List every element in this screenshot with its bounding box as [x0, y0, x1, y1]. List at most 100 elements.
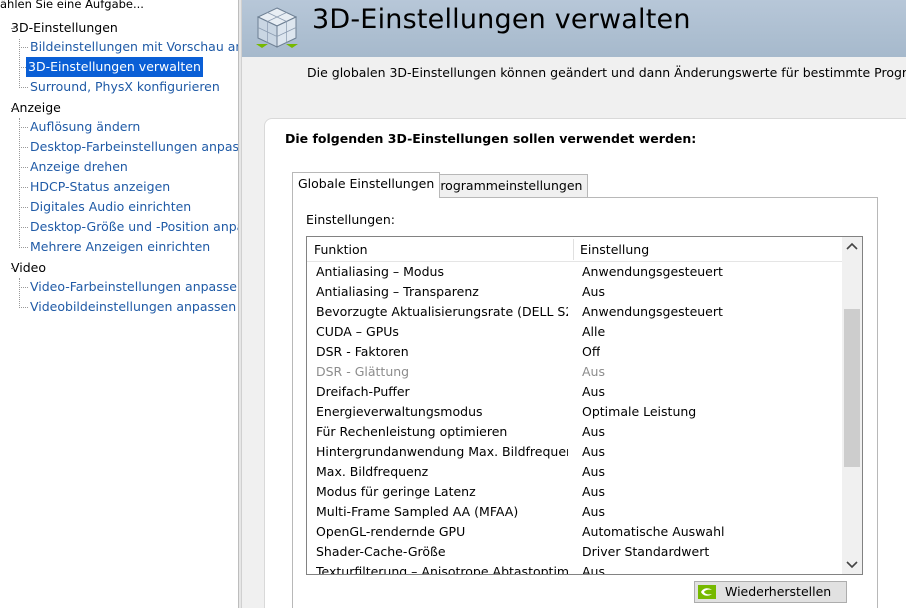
table-row[interactable]: Texturfilterung – Anisotrope Abtastoptim… [307, 562, 842, 575]
feature-value: Aus [582, 424, 605, 439]
table-row[interactable]: Multi-Frame Sampled AA (MFAA) Aus [307, 502, 842, 522]
restore-button-label: Wiederherstellen [725, 584, 832, 599]
task-tree-panel: ählen Sie eine Aufgabe... 3D-Einstellung… [0, 0, 238, 608]
feature-name: Modus für geringe Latenz [316, 484, 476, 499]
scroll-up-button[interactable] [842, 237, 862, 257]
page-description: Die globalen 3D-Einstellungen können geä… [307, 65, 906, 80]
tab-global-settings[interactable]: Globale Einstellungen [292, 172, 441, 198]
tree-item-rotate-display[interactable]: Anzeige drehen [28, 157, 130, 177]
vertical-scrollbar[interactable] [842, 237, 862, 574]
column-separator[interactable] [573, 239, 574, 260]
settings-label: Einstellungen: [306, 212, 395, 227]
tree-item-desktop-size-position[interactable]: Desktop-Größe und -Position anpass [28, 217, 238, 237]
feature-name: Shader-Cache-Größe [316, 544, 446, 559]
section-heading: Die folgenden 3D-Einstellungen sollen ve… [285, 131, 697, 146]
table-row[interactable]: Bevorzugte Aktualisierungsrate (DELL S27… [307, 302, 842, 322]
feature-value: Aus [582, 484, 605, 499]
feature-value: Anwendungsgesteuert [582, 304, 723, 319]
scroll-down-button[interactable] [842, 554, 862, 574]
feature-value: Driver Standardwert [582, 544, 710, 559]
table-row[interactable]: CUDA – GPUs Alle [307, 322, 842, 342]
tree-line [19, 47, 28, 48]
feature-name: Multi-Frame Sampled AA (MFAA) [316, 504, 519, 519]
tree-line [19, 87, 28, 88]
feature-value: Automatische Auswahl [582, 524, 725, 539]
feature-name: Texturfilterung – Anisotrope Abtastoptim… [316, 564, 568, 575]
nvidia-3d-cube-icon [256, 7, 298, 48]
feature-value: Alle [582, 324, 606, 339]
chevron-up-icon [846, 242, 858, 250]
feature-name: Energieverwaltungsmodus [316, 404, 483, 419]
feature-value: Aus [582, 364, 605, 379]
feature-value: Aus [582, 504, 605, 519]
table-row[interactable]: Shader-Cache-Größe Driver Standardwert [307, 542, 842, 562]
feature-value: Aus [582, 284, 605, 299]
tree-line [19, 227, 28, 228]
tree-line [19, 167, 28, 168]
tree-line [19, 207, 28, 208]
tree-category-video[interactable]: Video [11, 258, 46, 278]
tree-item-change-resolution[interactable]: Auflösung ändern [28, 117, 142, 137]
tree-item-desktop-color[interactable]: Desktop-Farbeinstellungen anpasser [28, 137, 238, 157]
tree-item-video-color[interactable]: Video-Farbeinstellungen anpassen [28, 277, 238, 297]
tree-item-manage-3d-settings[interactable]: 3D-Einstellungen verwalten [26, 57, 203, 77]
settings-list[interactable]: Funktion Einstellung Antialiasing – Modu… [306, 236, 863, 575]
column-header-setting[interactable]: Einstellung [580, 237, 649, 262]
global-settings-tabpanel: Einstellungen: Funktion Einstellung Anti… [292, 197, 878, 608]
page-banner: 3D-Einstellungen verwalten [242, 0, 906, 57]
feature-name: Max. Bildfrequenz [316, 464, 429, 479]
page-title: 3D-Einstellungen verwalten [312, 4, 691, 35]
table-row[interactable]: OpenGL-rendernde GPU Automatische Auswahl [307, 522, 842, 542]
nvidia-logo-icon [698, 585, 716, 599]
feature-name: OpenGL-rendernde GPU [316, 524, 466, 539]
tree-category-display[interactable]: Anzeige [11, 98, 61, 118]
feature-name: DSR - Faktoren [316, 344, 409, 359]
task-tree-header: ählen Sie eine Aufgabe... [0, 0, 144, 11]
tree-line [19, 287, 28, 288]
list-header: Funktion Einstellung [307, 237, 842, 262]
table-row[interactable]: Hintergrundanwendung Max. Bildfrequenz Au… [307, 442, 842, 462]
tree-line [19, 278, 20, 308]
table-row[interactable]: DSR - Faktoren Off [307, 342, 842, 362]
table-row[interactable]: Modus für geringe Latenz Aus [307, 482, 842, 502]
chevron-down-icon [846, 561, 858, 569]
content-panel: 3D-Einstellungen verwalten Die globalen … [242, 0, 906, 608]
feature-value: Aus [582, 444, 605, 459]
feature-name: DSR - Glättung [316, 364, 410, 379]
tree-item-hdcp-status[interactable]: HDCP-Status anzeigen [28, 177, 172, 197]
feature-value: Off [582, 344, 601, 359]
column-header-feature[interactable]: Funktion [314, 237, 368, 262]
tree-item-surround-physx[interactable]: Surround, PhysX konfigurieren [28, 77, 222, 97]
tree-line [19, 247, 28, 248]
table-row-disabled: DSR - Glättung Aus [307, 362, 842, 382]
table-row[interactable]: Für Rechenleistung optimieren Aus [307, 422, 842, 442]
tree-item-multiple-displays[interactable]: Mehrere Anzeigen einrichten [28, 237, 212, 257]
table-row[interactable]: Max. Bildfrequenz Aus [307, 462, 842, 482]
tree-line [19, 147, 28, 148]
table-row[interactable]: Antialiasing – Transparenz Aus [307, 282, 842, 302]
feature-value: Anwendungsgesteuert [582, 264, 723, 279]
feature-name: Antialiasing – Transparenz [316, 284, 479, 299]
collapse-icon[interactable] [5, 104, 15, 113]
feature-value: Aus [582, 564, 605, 575]
tree-category-3d-settings[interactable]: 3D-Einstellungen [11, 18, 118, 38]
feature-value: Optimale Leistung [582, 404, 697, 419]
restore-button[interactable]: Wiederherstellen [694, 581, 847, 603]
tree-line [19, 118, 20, 248]
tree-item-image-settings-preview[interactable]: Bildeinstellungen mit Vorschau anpa [28, 37, 238, 57]
scrollbar-thumb[interactable] [844, 309, 860, 467]
tree-item-digital-audio[interactable]: Digitales Audio einrichten [28, 197, 193, 217]
collapse-icon[interactable] [5, 264, 15, 273]
feature-name: CUDA – GPUs [316, 324, 399, 339]
collapse-icon[interactable] [5, 24, 15, 33]
feature-name: Hintergrundanwendung Max. Bildfrequenz [316, 444, 568, 459]
feature-name: Dreifach-Puffer [316, 384, 410, 399]
table-row[interactable]: Antialiasing – Modus Anwendungsgesteuert [307, 262, 842, 282]
tree-item-video-image[interactable]: Videobildeinstellungen anpassen [28, 297, 238, 317]
feature-name: Antialiasing – Modus [316, 264, 444, 279]
feature-value: Aus [582, 464, 605, 479]
table-row[interactable]: Energieverwaltungsmodus Optimale Leistung [307, 402, 842, 422]
table-row[interactable]: Dreifach-Puffer Aus [307, 382, 842, 402]
tab-program-settings[interactable]: Programmeinstellungen [427, 174, 589, 198]
feature-name: Für Rechenleistung optimieren [316, 424, 508, 439]
